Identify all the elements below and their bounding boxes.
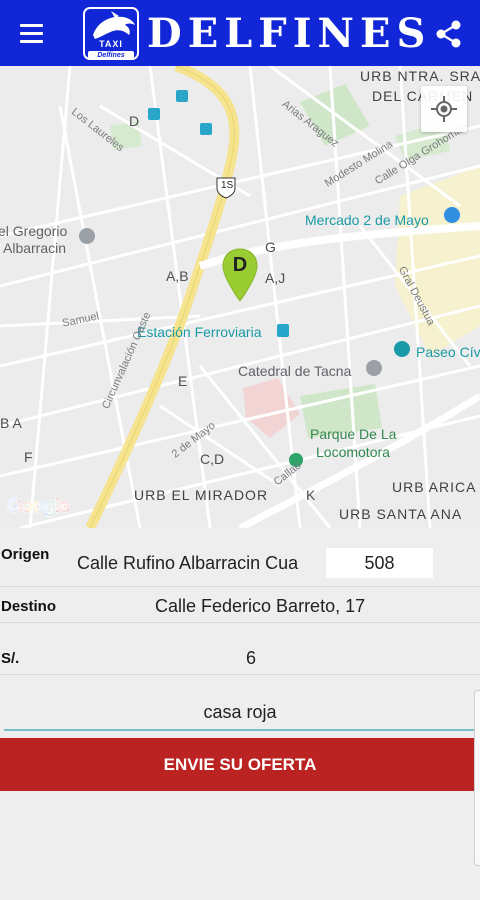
menu-icon-line	[20, 32, 43, 35]
map-label-mercado: Mercado 2 de Mayo	[305, 212, 429, 228]
map-label-ab: A,B	[166, 268, 189, 284]
map-label-urb-mirador: URB EL MIRADOR	[134, 487, 269, 503]
price-field[interactable]: 6	[246, 648, 256, 669]
divider	[0, 674, 480, 675]
map-label-cd: C,D	[200, 451, 225, 467]
map-label-urb-santa-ana: URB SANTA ANA	[339, 506, 463, 522]
map-label-urb-arica: URB ARICA	[392, 479, 477, 495]
map-label-locomotora: Locomotora	[316, 444, 390, 460]
map-label-g: G	[265, 239, 276, 255]
pin-letter: D	[232, 254, 248, 276]
map-label-estacion: Estación Ferroviaria	[137, 324, 262, 340]
map-label-e: E	[178, 373, 188, 389]
map-label-route-15: 1S	[221, 180, 234, 191]
destination-field[interactable]: Calle Federico Barreto, 17	[155, 596, 365, 617]
share-icon	[436, 20, 461, 48]
map-label-aj: A,J	[265, 270, 286, 286]
map-label-d: D	[129, 113, 140, 129]
google-logo-text: Google	[7, 496, 70, 517]
my-location-button[interactable]	[421, 86, 467, 132]
menu-icon	[20, 24, 43, 27]
map-label-k: K	[306, 487, 316, 503]
destination-label: Destino	[1, 598, 57, 615]
map-label-paseo: Paseo Cív	[416, 344, 480, 360]
map-label-gregorio: el Gregorio	[0, 223, 68, 239]
share-button[interactable]	[432, 18, 466, 50]
send-offer-button[interactable]: ENVIE SU OFERTA	[0, 738, 480, 791]
app-bar: TAXI Delfines DELFINES	[0, 0, 480, 66]
map-label-ba: B A	[0, 415, 22, 431]
side-drawer-handle[interactable]	[474, 690, 480, 866]
map-label-albarracin: Albarracin	[3, 240, 67, 256]
map-label-urb-ntra: URB NTRA. SRA.	[360, 68, 480, 84]
reference-field[interactable]: casa roja	[4, 694, 476, 731]
divider	[0, 586, 480, 587]
dolphin-logo-icon	[93, 11, 135, 39]
google-logo: Google	[7, 496, 70, 518]
destination-pin[interactable]: D	[221, 247, 259, 303]
menu-button[interactable]	[14, 20, 54, 48]
price-label: S/.	[1, 650, 20, 667]
my-location-icon	[431, 96, 457, 122]
divider	[0, 622, 480, 623]
menu-icon-line	[20, 40, 43, 43]
map-label-parque: Parque De La	[310, 426, 397, 442]
origin-label: Origen	[1, 546, 50, 563]
taxi-delfines-logo: TAXI Delfines	[83, 7, 139, 60]
map-label-f: F	[24, 449, 33, 465]
map-label-catedral: Catedral de Tacna	[238, 363, 352, 379]
logo-taxi-text: TAXI	[99, 39, 123, 49]
origin-number-field[interactable]: 508	[326, 548, 433, 578]
app-title: DELFINES	[147, 10, 432, 57]
origin-field[interactable]: Calle Rufino Albarracin Cua	[77, 553, 298, 574]
logo-brand-text: Delfines	[88, 51, 134, 58]
map-view[interactable]: URB NTRA. SRA. DEL CARMEN D Los Laureles…	[0, 66, 480, 528]
